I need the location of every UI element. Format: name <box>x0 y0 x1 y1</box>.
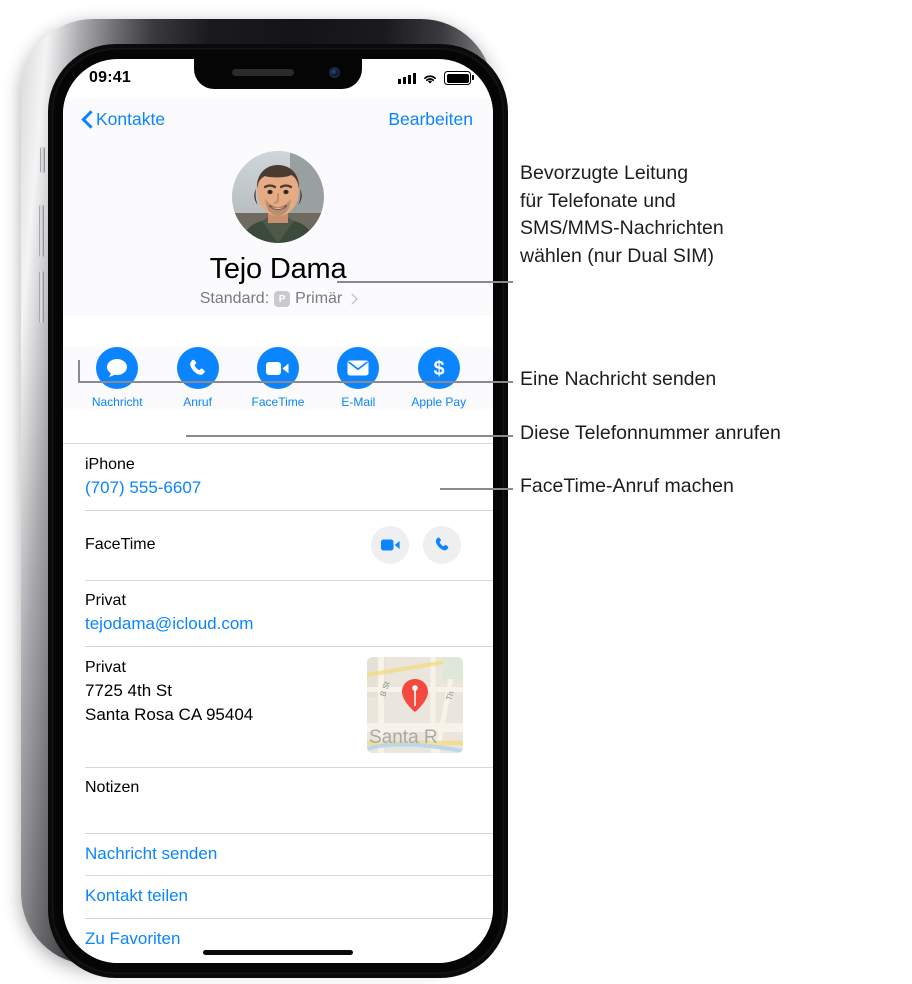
notch <box>194 59 362 89</box>
leader-line-preferred-line <box>337 281 513 283</box>
avatar[interactable] <box>232 151 324 243</box>
navigation-bar: Kontakte Bearbeiten <box>63 97 493 141</box>
facetime-label: FaceTime <box>85 536 156 554</box>
default-line-value: Primär <box>295 290 343 307</box>
status-icons <box>398 71 474 85</box>
callout-call-number: Diese Telefonnummer anrufen <box>520 422 781 444</box>
status-time: 09:41 <box>89 69 131 86</box>
row-email[interactable]: Privat tejodama@icloud.com <box>63 579 493 646</box>
back-button-label: Kontakte <box>96 108 166 129</box>
page-title: Tejo Dama <box>209 253 347 285</box>
map-thumbnail[interactable]: B St Th Santa R <box>367 656 463 753</box>
mute-switch[interactable] <box>40 147 45 173</box>
envelope-icon <box>337 347 380 389</box>
phone-screen: 09:41 Kontakte Bearbeiten Tejo Dama Stan… <box>63 59 493 963</box>
volume-up-button[interactable] <box>39 205 44 257</box>
earpiece-speaker <box>232 69 294 76</box>
action-email[interactable]: E-Mail <box>321 347 395 409</box>
phone-number[interactable]: (707) 555-6607 <box>85 476 471 501</box>
row-facetime: FaceTime <box>63 509 493 580</box>
leader-line-send-message-vertical <box>78 360 80 382</box>
contact-details-list: iPhone (707) 555-6607 FaceTime Privat te… <box>63 443 493 963</box>
default-line-selector[interactable]: Standard: P Primär <box>199 290 358 308</box>
callout-preferred-line: Bevorzugte Leitung für Telefonate und SM… <box>520 162 724 268</box>
battery-icon <box>444 71 474 85</box>
action-label: Apple Pay <box>411 395 467 409</box>
action-label: FaceTime <box>251 395 305 409</box>
chevron-right-icon <box>346 293 358 305</box>
action-facetime[interactable]: FaceTime <box>241 347 315 409</box>
email-address[interactable]: tejodama@icloud.com <box>85 612 471 637</box>
default-line-prefix: Standard: <box>199 290 270 307</box>
action-call[interactable]: Anruf <box>161 347 235 409</box>
action-label: E-Mail <box>341 395 376 409</box>
row-notes[interactable]: Notizen <box>63 766 493 833</box>
facetime-audio-button[interactable] <box>423 525 461 564</box>
address-city: Santa Rosa CA 95404 <box>85 704 254 724</box>
phone-label: iPhone <box>85 456 135 473</box>
action-label: Nachricht <box>91 395 143 409</box>
video-camera-icon <box>256 347 299 389</box>
row-phone[interactable]: iPhone (707) 555-6607 <box>63 444 493 510</box>
notes-label: Notizen <box>85 778 140 796</box>
leader-line-send-message <box>78 381 513 383</box>
row-address[interactable]: Privat 7725 4th St Santa Rosa CA 95404 B… <box>63 645 493 767</box>
home-indicator[interactable] <box>203 950 353 955</box>
video-camera-icon <box>380 539 400 551</box>
sim-badge: P <box>274 291 291 307</box>
cellular-signal-icon <box>398 72 416 84</box>
contact-header: Tejo Dama Standard: P Primär <box>63 141 493 316</box>
svg-text:$: $ <box>433 358 444 380</box>
edit-button[interactable]: Bearbeiten <box>388 109 473 130</box>
address-text: Privat 7725 4th St Santa Rosa CA 95404 <box>85 655 253 727</box>
phone-handset-icon <box>435 537 448 551</box>
facetime-buttons <box>371 525 461 564</box>
leader-line-facetime-call <box>440 488 513 490</box>
front-camera-icon <box>329 67 340 78</box>
svg-text:Santa R: Santa R <box>369 727 438 748</box>
facetime-video-button[interactable] <box>371 525 409 564</box>
phone-device-frame: 09:41 Kontakte Bearbeiten Tejo Dama Stan… <box>21 19 508 978</box>
chevron-left-icon <box>81 110 92 128</box>
link-label: Zu Favoriten <box>85 929 181 949</box>
screenshot-root: 09:41 Kontakte Bearbeiten Tejo Dama Stan… <box>0 0 912 984</box>
callout-facetime-call: FaceTime-Anruf machen <box>520 475 734 497</box>
quick-actions-row: Nachricht Anruf FaceTime E-Mail $ Apple … <box>63 347 493 409</box>
callout-send-message: Eine Nachricht senden <box>520 368 717 390</box>
dollar-sign-icon: $ <box>417 347 460 389</box>
address-label: Privat <box>85 658 126 676</box>
action-label: Anruf <box>183 395 212 409</box>
wifi-icon <box>422 72 438 84</box>
link-share-contact[interactable]: Kontakt teilen <box>63 875 493 918</box>
email-label: Privat <box>85 591 126 609</box>
action-apple-pay[interactable]: $ Apple Pay <box>402 347 476 409</box>
link-send-message[interactable]: Nachricht senden <box>63 832 493 876</box>
message-bubble-icon <box>96 347 139 389</box>
leader-line-call-number <box>186 435 513 437</box>
address-street: 7725 4th St <box>85 680 172 700</box>
link-label: Nachricht senden <box>85 843 218 863</box>
volume-down-button[interactable] <box>39 271 44 323</box>
phone-handset-icon <box>176 347 219 389</box>
action-message[interactable]: Nachricht <box>80 347 154 409</box>
back-to-contacts-button[interactable]: Kontakte <box>81 109 165 130</box>
link-label: Kontakt teilen <box>85 886 189 906</box>
